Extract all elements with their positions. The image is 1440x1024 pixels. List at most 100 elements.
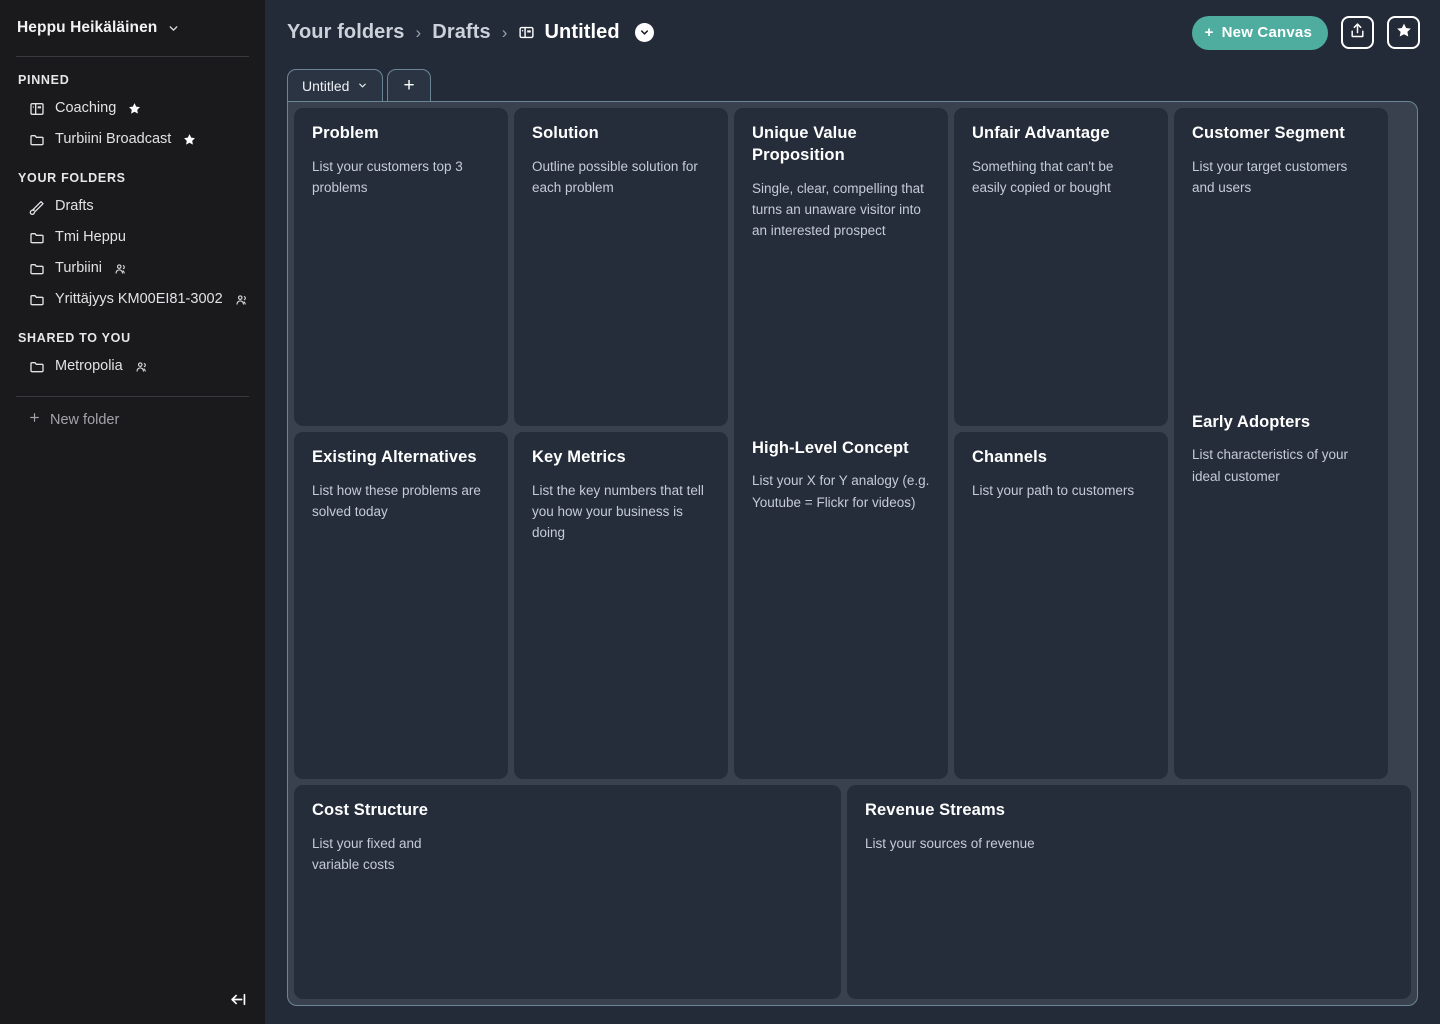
cell-key-metrics[interactable]: Key Metrics List the key numbers that te…: [514, 432, 728, 779]
star-icon: [1396, 22, 1412, 43]
canvas-column-4: Unfair Advantage Something that can't be…: [954, 108, 1168, 779]
plus-icon: +: [1204, 24, 1214, 41]
chevron-down-icon: [167, 22, 180, 35]
breadcrumb: Your folders › Drafts › Untitled: [287, 21, 654, 44]
section-label-shared-to-you: SHARED TO YOU: [18, 331, 131, 345]
sidebar-item-yrittajyys[interactable]: Yrittäjyys KM00EI81-3002: [16, 284, 249, 315]
folder-icon: [28, 358, 45, 375]
plus-icon: +: [403, 74, 415, 96]
cell-description: Outline possible solution for each probl…: [532, 158, 698, 196]
sidebar-item-drafts[interactable]: Drafts: [16, 191, 249, 222]
sidebar: Heppu Heikäläinen PINNED Coaching Turbii…: [0, 0, 265, 1024]
cell-description: Something that can't be easily copied or…: [972, 158, 1114, 196]
cell-problem[interactable]: Problem List your customers top 3 proble…: [294, 108, 508, 426]
top-bar: Your folders › Drafts › Untitled + New C…: [265, 0, 1440, 65]
cell-title: Key Metrics: [532, 448, 626, 466]
cell-description: List your sources of revenue: [865, 835, 1035, 851]
star-icon[interactable]: [183, 133, 196, 146]
main-area: Your folders › Drafts › Untitled + New C…: [265, 0, 1440, 1024]
cell-existing-alternatives[interactable]: Existing Alternatives List how these pro…: [294, 432, 508, 779]
cell-description: List the key numbers that tell you how y…: [532, 482, 704, 541]
sidebar-item-label: Yrittäjyys KM00EI81-3002: [55, 291, 223, 308]
cell-channels[interactable]: Channels List your path to customers: [954, 432, 1168, 779]
cell-description: List your path to customers: [972, 482, 1135, 498]
cell-description: List your fixed and variable costs: [312, 835, 422, 873]
new-folder-button[interactable]: New folder: [16, 397, 249, 428]
sidebar-item-turbiini[interactable]: Turbiini: [16, 253, 249, 284]
sidebar-item-label: Coaching: [55, 100, 117, 117]
sidebar-item-turbiini-broadcast[interactable]: Turbiini Broadcast: [16, 124, 249, 155]
tab-untitled[interactable]: Untitled: [287, 69, 384, 101]
tag-icon: [28, 198, 45, 215]
cell-title: Solution: [532, 124, 599, 142]
breadcrumb-separator: ›: [415, 22, 422, 42]
cell-cost-structure[interactable]: Cost Structure List your fixed and varia…: [294, 785, 841, 999]
cell-title: Problem: [312, 124, 379, 142]
folder-icon: [28, 131, 45, 148]
canvas-wrapper: Problem List your customers top 3 proble…: [265, 101, 1440, 1024]
canvas-column-3: Unique Value Proposition Single, clear, …: [734, 108, 948, 779]
cell-revenue-streams[interactable]: Revenue Streams List your sources of rev…: [847, 785, 1411, 999]
cell-unfair-advantage[interactable]: Unfair Advantage Something that can't be…: [954, 108, 1168, 426]
cell-title: Early Adopters: [1192, 412, 1311, 431]
canvas-column-2: Solution Outline possible solution for e…: [514, 108, 728, 779]
canvas-column-1: Problem List your customers top 3 proble…: [294, 108, 508, 779]
user-name: Heppu Heikäläinen: [17, 19, 158, 36]
cell-description: List your X for Y analogy (e.g. Youtube …: [752, 473, 930, 510]
sidebar-item-metropolia[interactable]: Metropolia: [16, 351, 249, 382]
canvas-top-row: Problem List your customers top 3 proble…: [294, 108, 1411, 779]
breadcrumb-current: Untitled: [518, 21, 620, 44]
cell-title: Customer Segment: [1192, 124, 1345, 142]
tab-bar: Untitled +: [265, 65, 1440, 101]
canvas-board-icon: [518, 24, 535, 41]
chevron-down-circle-icon[interactable]: [634, 23, 654, 42]
cell-description: List your customers top 3 problems: [312, 158, 463, 196]
canvas-board-icon: [28, 100, 45, 117]
breadcrumb-separator: ›: [501, 22, 508, 42]
cell-description: List how these problems are solved today: [312, 482, 481, 520]
cell-description: Single, clear, compelling that turns an …: [752, 180, 924, 239]
add-tab-button[interactable]: +: [387, 69, 431, 101]
folder-icon: [28, 229, 45, 246]
cell-high-level-concept[interactable]: High-Level Concept List your X for Y ana…: [752, 438, 930, 765]
tab-label: Untitled: [302, 77, 350, 94]
cell-title: High-Level Concept: [752, 438, 909, 457]
star-icon[interactable]: [128, 102, 141, 115]
sidebar-item-label: Turbiini: [55, 260, 103, 277]
folder-icon: [28, 260, 45, 277]
canvas-column-5: Customer Segment List your target custom…: [1174, 108, 1388, 779]
sidebar-item-label: Metropolia: [55, 358, 123, 375]
sidebar-item-label: Turbiini Broadcast: [55, 131, 172, 148]
cell-title: Unfair Advantage: [972, 124, 1110, 142]
cell-customer-segment[interactable]: Customer Segment List your target custom…: [1174, 108, 1388, 779]
sidebar-item-coaching[interactable]: Coaching: [16, 93, 249, 124]
cell-title: Revenue Streams: [865, 801, 1005, 819]
sidebar-item-label: Tmi Heppu: [55, 229, 126, 246]
sidebar-item-tmi-heppu[interactable]: Tmi Heppu: [16, 222, 249, 253]
folder-icon: [28, 291, 45, 308]
cell-title: Unique Value Proposition: [752, 124, 857, 164]
favorite-button[interactable]: [1387, 16, 1420, 49]
cell-unique-value-proposition[interactable]: Unique Value Proposition Single, clear, …: [734, 108, 948, 779]
cell-description: List characteristics of your ideal custo…: [1192, 447, 1349, 484]
shared-members-icon: [235, 293, 249, 307]
lean-canvas: Problem List your customers top 3 proble…: [287, 101, 1418, 1006]
plus-icon: [28, 411, 41, 428]
cell-solution[interactable]: Solution Outline possible solution for e…: [514, 108, 728, 426]
collapse-sidebar-icon[interactable]: [225, 986, 251, 1012]
sidebar-item-label: Drafts: [55, 198, 94, 215]
new-canvas-button[interactable]: + New Canvas: [1191, 15, 1328, 50]
user-menu[interactable]: Heppu Heikäläinen: [16, 0, 249, 56]
breadcrumb-your-folders[interactable]: Your folders: [287, 21, 405, 44]
chevron-down-icon[interactable]: [357, 78, 368, 94]
app-root: Heppu Heikäläinen PINNED Coaching Turbii…: [0, 0, 1440, 1024]
cell-title: Existing Alternatives: [312, 448, 477, 466]
shared-members-icon: [135, 360, 149, 374]
cell-early-adopters[interactable]: Early Adopters List characteristics of y…: [1192, 412, 1370, 765]
cell-title: Cost Structure: [312, 801, 428, 819]
cell-description: List your target customers and users: [1192, 158, 1348, 196]
breadcrumb-drafts[interactable]: Drafts: [432, 21, 490, 44]
canvas-bottom-row: Cost Structure List your fixed and varia…: [294, 785, 1411, 999]
cell-title: Channels: [972, 448, 1048, 466]
share-button[interactable]: [1341, 16, 1374, 49]
